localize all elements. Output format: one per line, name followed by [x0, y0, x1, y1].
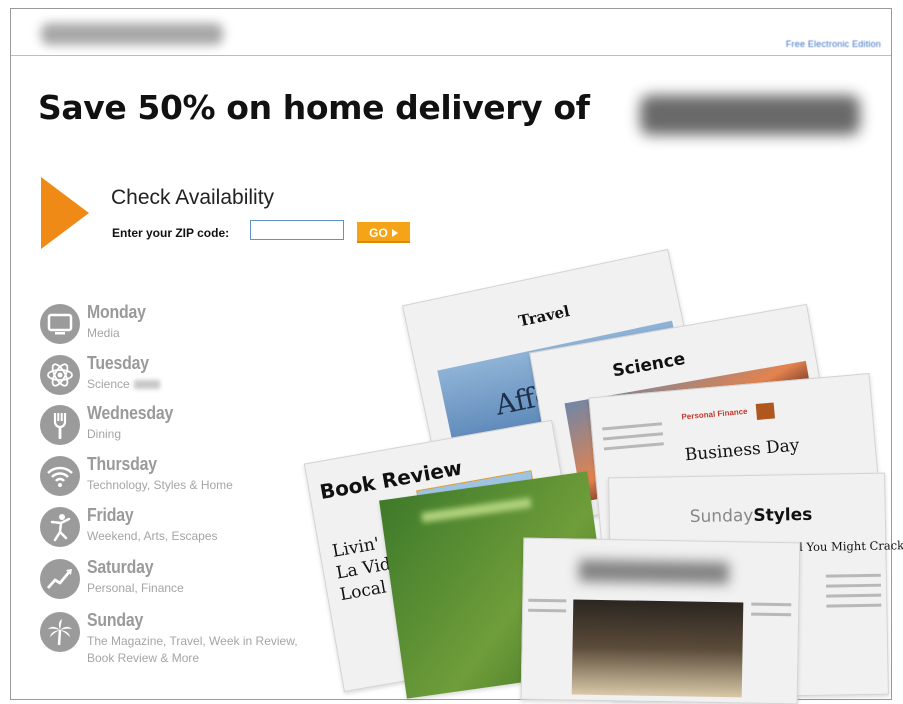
- orange-arrow-icon: [41, 177, 89, 249]
- day-item-monday[interactable]: Monday Media: [40, 302, 300, 346]
- page-headline: Save 50% on home delivery of: [38, 88, 590, 127]
- dancer-icon: [40, 507, 80, 547]
- science-section-title: Science: [611, 348, 687, 382]
- text-line: [751, 612, 792, 617]
- day-name: Sunday: [87, 610, 144, 630]
- styles-word: Styles: [753, 504, 813, 526]
- front-photo: [571, 599, 744, 698]
- day-sections: The Magazine, Travel, Week in Review, Bo…: [87, 634, 298, 665]
- day-item-saturday[interactable]: Saturday Personal, Finance: [40, 557, 300, 601]
- day-sections: Dining: [87, 427, 122, 441]
- text-line: [751, 602, 792, 607]
- blurred-word: [133, 380, 160, 390]
- day-sections-row: Science: [87, 376, 317, 393]
- day-name: Monday: [87, 302, 146, 322]
- day-item-thursday[interactable]: Thursday Technology, Styles & Home: [40, 454, 300, 498]
- front-masthead-blur: [578, 559, 730, 585]
- top-bar: Free Electronic Edition: [11, 9, 891, 56]
- chart-icon: [40, 559, 80, 599]
- photo-caption-blur: [421, 497, 532, 523]
- business-day-title: Business Day: [684, 435, 801, 466]
- day-sections: Weekend, Arts, Escapes: [87, 529, 218, 543]
- tv-icon: [40, 304, 80, 344]
- text-line: [528, 608, 567, 613]
- day-name: Wednesday: [87, 403, 174, 423]
- finance-photo: [755, 402, 776, 420]
- front-page-paper: [520, 537, 801, 704]
- palm-tree-icon: [40, 612, 80, 652]
- text-line: [602, 422, 663, 431]
- day-item-tuesday[interactable]: Tuesday Science: [40, 353, 300, 397]
- zip-code-label: Enter your ZIP code:: [112, 226, 230, 240]
- day-item-wednesday[interactable]: Wednesday Dining: [40, 403, 300, 447]
- day-name: Friday: [87, 505, 134, 525]
- atom-icon: [40, 355, 80, 395]
- day-sections: Media: [87, 326, 120, 340]
- check-availability-title: Check Availability: [111, 186, 275, 209]
- text-line: [826, 603, 882, 608]
- text-line: [528, 598, 567, 603]
- day-name: Saturday: [87, 557, 154, 577]
- sunday-styles-title: SundayStyles: [690, 505, 813, 527]
- day-sections: Science: [87, 377, 130, 391]
- text-line: [603, 442, 664, 451]
- personal-finance-label: Personal Finance: [681, 406, 748, 422]
- text-line: [826, 593, 882, 598]
- text-line: [825, 573, 881, 578]
- sunday-word: Sunday: [689, 505, 754, 528]
- fork-icon: [40, 405, 80, 445]
- text-line: [825, 583, 882, 588]
- day-name: Tuesday: [87, 353, 149, 373]
- day-name: Thursday: [87, 454, 157, 474]
- masthead-logo: [41, 23, 223, 45]
- day-sections: Technology, Styles & Home: [87, 478, 233, 492]
- wifi-icon: [40, 456, 80, 496]
- day-item-sunday[interactable]: Sunday The Magazine, Travel, Week in Rev…: [40, 610, 300, 670]
- day-item-friday[interactable]: Friday Weekend, Arts, Escapes: [40, 505, 300, 549]
- travel-section-title: Travel: [516, 301, 572, 331]
- newspaper-collage: Travel Affo Science Personal Finance Bus…: [300, 235, 903, 704]
- day-sections: Personal, Finance: [87, 581, 184, 595]
- free-electronic-edition-link[interactable]: Free Electronic Edition: [786, 39, 881, 49]
- masthead-name-blurred: [640, 95, 860, 135]
- text-line: [603, 432, 664, 441]
